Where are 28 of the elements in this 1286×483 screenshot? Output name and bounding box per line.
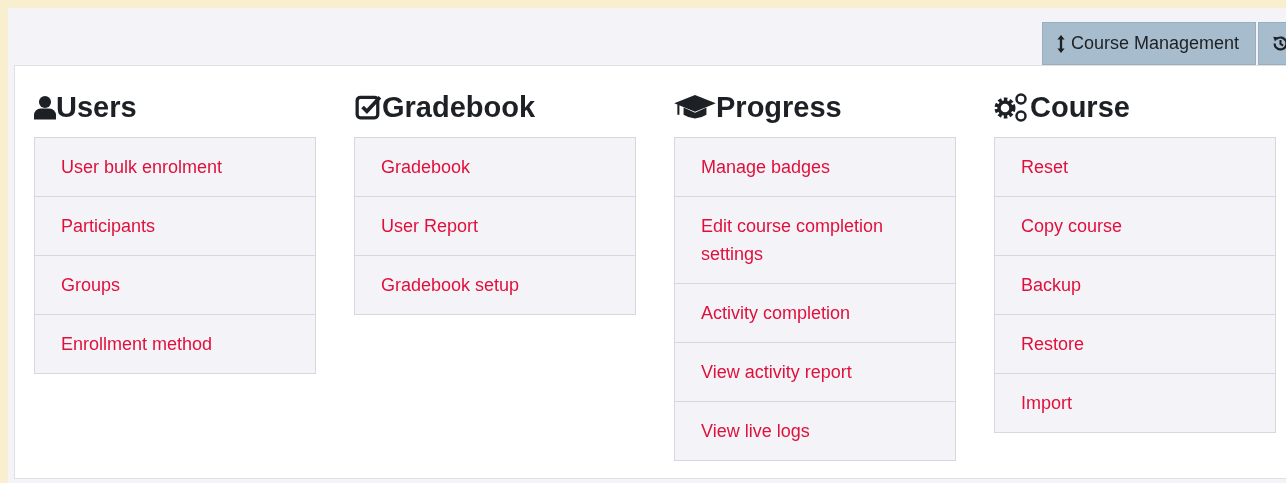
gears-icon — [994, 92, 1030, 122]
section-heading: Progress — [716, 90, 842, 124]
course-management-button[interactable]: Course Management — [1041, 22, 1256, 65]
menu-link[interactable]: Import — [995, 373, 1275, 432]
menu-link[interactable]: Gradebook — [355, 138, 635, 196]
menu-link[interactable]: View live logs — [675, 401, 955, 460]
menu-link[interactable]: Groups — [35, 255, 315, 314]
section-heading: Users — [56, 90, 137, 124]
menu-link[interactable]: Participants — [35, 196, 315, 255]
menu-link[interactable]: Backup — [995, 255, 1275, 314]
menu-link[interactable]: Reset — [995, 138, 1275, 196]
menu-link[interactable]: View activity report — [675, 342, 955, 401]
menu-link[interactable]: Gradebook setup — [355, 255, 635, 314]
menu-link[interactable]: Edit course completion settings — [675, 196, 955, 283]
checkbox-icon — [354, 94, 382, 120]
menu-link[interactable]: Restore — [995, 314, 1275, 373]
section-heading: Gradebook — [382, 90, 536, 124]
menu-link[interactable]: User bulk enrolment — [35, 138, 315, 196]
vertical-arrows-icon — [1056, 34, 1065, 53]
menu-link[interactable]: User Report — [355, 196, 635, 255]
user-icon — [34, 94, 56, 120]
menu-link[interactable]: Enrollment method — [35, 314, 315, 373]
menu-link[interactable]: Manage badges — [675, 138, 955, 196]
graduation-cap-icon — [674, 93, 716, 121]
history-icon — [1272, 35, 1286, 52]
menu-link[interactable]: Copy course — [995, 196, 1275, 255]
section-heading: Course — [1030, 90, 1130, 124]
menu-link[interactable]: Activity completion — [675, 283, 955, 342]
